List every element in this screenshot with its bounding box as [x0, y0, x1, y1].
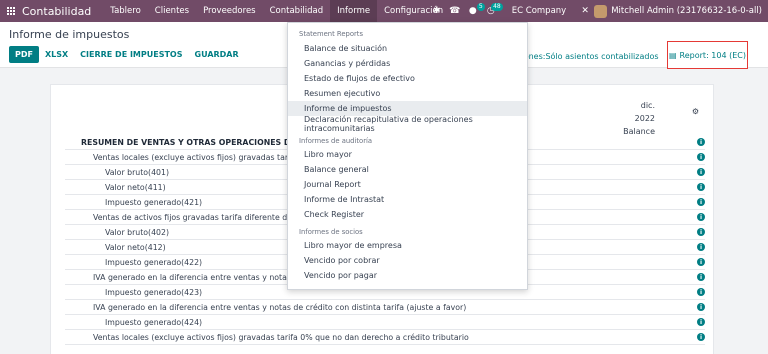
section-statement-reports: Statement Reports	[299, 30, 363, 38]
info-icon[interactable]: i	[697, 318, 705, 326]
report-row[interactable]: Impuesto generado(424) i	[65, 315, 705, 330]
info-icon[interactable]: i	[697, 228, 705, 236]
report-row[interactable]: Ventas locales (excluye activos fijos) g…	[65, 330, 705, 345]
column-month: dic.	[640, 101, 655, 110]
user-menu[interactable]: Mitchell Admin (23176632-16-0-all)	[611, 6, 762, 16]
menu-item-journal-report[interactable]: Journal Report	[288, 177, 527, 192]
menu-informe[interactable]: Informe	[330, 0, 378, 22]
menu-item-intrastat[interactable]: Informe de Intrastat	[288, 192, 527, 207]
info-icon[interactable]: i	[697, 288, 705, 296]
info-icon[interactable]: i	[697, 138, 705, 146]
book-icon: ▤	[668, 50, 677, 60]
info-icon[interactable]: i	[697, 243, 705, 251]
menu-item-balance-general[interactable]: Balance general	[288, 162, 527, 177]
section-informes-auditoria: Informes de auditoría	[299, 137, 373, 145]
clock-icon[interactable]: ◷ 48	[482, 0, 503, 22]
menu-item-flujos-efectivo[interactable]: Estado de flujos de efectivo	[288, 71, 527, 86]
save-button[interactable]: GUARDAR	[189, 46, 245, 63]
info-icon[interactable]: i	[697, 333, 705, 341]
phone-icon[interactable]: ☎	[446, 0, 464, 22]
menu-item-declaracion-intracomunitarias[interactable]: Declaración recapitulativa de operacione…	[288, 115, 527, 133]
info-icon[interactable]: i	[697, 183, 705, 191]
column-year: 2022	[634, 114, 655, 123]
info-icon[interactable]: i	[697, 258, 705, 266]
report-variant-button[interactable]: ▤ Report: 104 (EC)	[667, 41, 748, 69]
info-icon[interactable]: i	[697, 213, 705, 221]
menu-contabilidad[interactable]: Contabilidad	[263, 0, 331, 22]
menu-item-vencido-pagar[interactable]: Vencido por pagar	[288, 268, 527, 283]
info-icon[interactable]: i	[697, 303, 705, 311]
report-row[interactable]: IVA generado en la diferencia entre vent…	[65, 300, 705, 315]
pdf-button[interactable]: PDF	[9, 46, 39, 63]
menu-clientes[interactable]: Clientes	[148, 0, 196, 22]
informe-dropdown: Statement Reports Balance de situación G…	[287, 22, 528, 290]
navbar-right: ✱ ☎ ● 5 ◷ 48 EC Company ✕ Mitchell Admin…	[428, 0, 768, 22]
info-icon[interactable]: i	[697, 168, 705, 176]
avatar[interactable]	[594, 4, 608, 18]
activity-badge: 48	[491, 3, 503, 11]
app-brand[interactable]: Contabilidad	[22, 5, 91, 18]
gear-icon[interactable]: ⚙	[692, 107, 699, 116]
menu-proveedores[interactable]: Proveedores	[196, 0, 263, 22]
bug-icon[interactable]: ✱	[428, 0, 446, 22]
menu-item-libro-mayor[interactable]: Libro mayor	[288, 147, 527, 162]
apps-grid-icon[interactable]	[0, 0, 22, 22]
menu-tablero[interactable]: Tablero	[103, 0, 148, 22]
tax-closing-button[interactable]: CIERRE DE IMPUESTOS	[74, 46, 188, 63]
company-switcher[interactable]: EC Company	[512, 6, 566, 16]
menu-item-vencido-cobrar[interactable]: Vencido por cobrar	[288, 253, 527, 268]
info-icon[interactable]: i	[697, 198, 705, 206]
page-title: Informe de impuestos	[9, 28, 130, 41]
section-informes-socios: Informes de socios	[299, 228, 363, 236]
options-filter[interactable]: pciones:Sólo asientos contabilizados	[512, 52, 659, 61]
menu-item-balance-situacion[interactable]: Balance de situación	[288, 41, 527, 56]
info-icon[interactable]: i	[697, 273, 705, 281]
menu-item-ganancias-perdidas[interactable]: Ganancias y pérdidas	[288, 56, 527, 71]
menu-item-libro-mayor-empresa[interactable]: Libro mayor de empresa	[288, 238, 527, 253]
action-buttons: PDF XLSX CIERRE DE IMPUESTOS GUARDAR	[9, 46, 245, 63]
xlsx-button[interactable]: XLSX	[39, 46, 74, 63]
info-icon[interactable]: i	[697, 153, 705, 161]
chat-icon[interactable]: ● 5	[464, 0, 485, 22]
column-header: dic. 2022 Balance	[623, 99, 655, 138]
menu-item-check-register[interactable]: Check Register	[288, 207, 527, 222]
menu-item-resumen-ejecutivo[interactable]: Resumen ejecutivo	[288, 86, 527, 101]
top-navbar: Contabilidad Tablero Clientes Proveedore…	[0, 0, 768, 22]
tools-icon[interactable]: ✕	[576, 0, 594, 22]
